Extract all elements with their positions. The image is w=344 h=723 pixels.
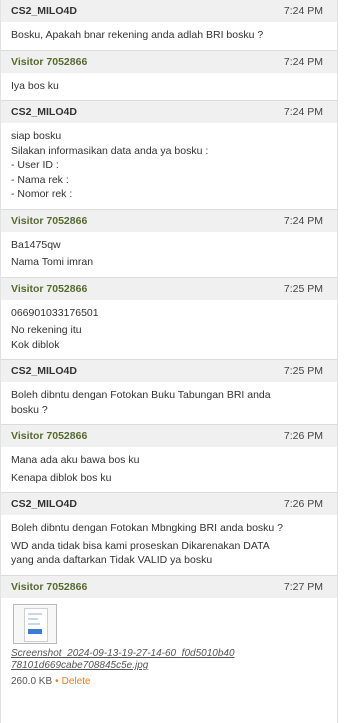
thumbnail-line xyxy=(28,617,38,620)
message-body: Boleh dibntu dengan Fotokan Mbngking BRI… xyxy=(1,515,337,575)
message-body: Boleh dibntu dengan Fotokan Buku Tabunga… xyxy=(1,382,337,424)
message-body: Mana ada aku bawa bos ku Kenapa diblok bo… xyxy=(1,447,337,492)
message: CS2_MILO4D 7:25 PM Boleh dibntu dengan Fot… xyxy=(1,360,337,425)
message-list: CS2_MILO4D 7:24 PM Bosku, Apakah bnar reke… xyxy=(1,0,337,576)
sender-name: CS2_MILO4D xyxy=(11,5,77,17)
attachment-size: 260.0 KB xyxy=(11,675,53,687)
message-header: Visitor 7052866 7:25 PM xyxy=(1,277,337,300)
thumbnail-line xyxy=(28,622,40,625)
message-time: 7:24 PM xyxy=(283,214,323,227)
sender-name: Visitor 7052866 xyxy=(11,430,88,442)
message-text: No rekening itu xyxy=(11,324,82,336)
message-text: yang anda daftarkan Tidak VALID ya bosku xyxy=(11,554,213,566)
message-text: Mana ada aku bawa bos ku xyxy=(11,454,140,466)
message-text: Boleh dibntu dengan Fotokan Mbngking BRI… xyxy=(11,522,284,534)
sender-name: Visitor 7052866 xyxy=(11,55,88,68)
message-text: Nama Tomi imran xyxy=(11,256,94,268)
message-text: Kok diblok xyxy=(11,338,60,351)
message-header: Visitor 7052866 7:24 PM xyxy=(1,50,337,73)
sender-name: Visitor 7052866 xyxy=(11,214,88,227)
message-attachment: Visitor 7052866 7:27 PM Screenshot_2024-… xyxy=(1,575,337,691)
message: Visitor 7052866 7:25 PM 066901033176501 No … xyxy=(1,277,337,360)
delete-link[interactable]: Delete xyxy=(62,676,91,687)
message-time: 7:26 PM xyxy=(283,498,323,510)
message-header: Visitor 7052866 7:27 PM xyxy=(1,575,337,598)
message: CS2_MILO4D 7:24 PM Bosku, Apakah bnar reke… xyxy=(1,0,337,51)
message-paragraph: Mana ada aku bawa bos ku xyxy=(11,453,327,468)
message-body: 066901033176501 No rekening itu Kok diblok xyxy=(1,300,337,360)
image-thumbnail-icon[interactable] xyxy=(13,603,57,644)
message-paragraph: Boleh dibntu dengan Fotokan Mbngking BRI… xyxy=(11,521,327,536)
message-time: 7:24 PM xyxy=(283,5,323,17)
message: CS2_MILO4D 7:24 PM siap bosku Silakan infor… xyxy=(1,101,337,210)
message: Visitor 7052866 7:26 PM Mana ada aku bawa … xyxy=(1,425,337,493)
message-header: CS2_MILO4D 7:24 PM xyxy=(1,0,337,22)
message-body: Ba1475qw Nama Tomi imran xyxy=(1,232,337,277)
message-paragraph: Ba1475qw xyxy=(11,238,327,253)
message-paragraph: No rekening itu Kok diblok xyxy=(11,323,327,352)
message-text: Ba1475qw xyxy=(11,238,61,251)
message-header: Visitor 7052866 7:26 PM xyxy=(1,425,337,447)
message-paragraph: Iya bos ku xyxy=(11,79,327,94)
thumbnail-preview xyxy=(24,607,48,642)
message-paragraph: Kenapa diblok bos ku xyxy=(11,471,327,486)
sender-name: CS2_MILO4D xyxy=(11,365,77,377)
message-time: 7:24 PM xyxy=(283,55,323,68)
message: Visitor 7052866 7:24 PM Ba1475qw Nama Tomi … xyxy=(1,209,337,278)
attachment-filename-link[interactable]: Screenshot_2024-09-13-19-27-14-60_f0d501… xyxy=(11,648,236,673)
message-text: siap bosku xyxy=(11,130,62,142)
attachment-meta: 260.0 KB • Delete xyxy=(11,676,327,687)
message-body: Bosku, Apakah bnar rekening anda adlah B… xyxy=(1,22,337,50)
message-header: CS2_MILO4D 7:26 PM xyxy=(1,493,337,515)
message-text: 066901033176501 xyxy=(11,306,99,319)
message-paragraph: Nama Tomi imran xyxy=(11,255,327,270)
message-text: Bosku, Apakah bnar rekening anda adlah B… xyxy=(11,29,264,41)
message-text: - Nomor rek : xyxy=(11,188,73,200)
sender-name: CS2_MILO4D xyxy=(11,106,77,118)
separator-dot: • xyxy=(55,675,59,687)
message-header: Visitor 7052866 7:24 PM xyxy=(1,209,337,232)
message-text: Boleh dibntu dengan Fotokan Buku Tabunga… xyxy=(11,389,271,401)
message-text: WD anda tidak bisa kami proseskan Dikare… xyxy=(11,539,270,552)
message: CS2_MILO4D 7:26 PM Boleh dibntu dengan Fot… xyxy=(1,493,337,576)
thumbnail-line xyxy=(28,612,42,615)
sender-name: Visitor 7052866 xyxy=(11,580,88,593)
message-text: bosku ? xyxy=(11,403,48,416)
message-text: - Nama rek : xyxy=(11,173,69,186)
message-text: Kenapa diblok bos ku xyxy=(11,471,112,484)
sender-name: CS2_MILO4D xyxy=(11,498,77,510)
message-paragraph: Bosku, Apakah bnar rekening anda adlah B… xyxy=(11,28,327,43)
sender-name: Visitor 7052866 xyxy=(11,282,88,295)
message-header: CS2_MILO4D 7:25 PM xyxy=(1,360,337,382)
message-paragraph: siap bosku Silakan informasikan data anda… xyxy=(11,129,327,202)
message-time: 7:25 PM xyxy=(283,365,323,377)
thumbnail-button xyxy=(28,628,42,634)
message-header: CS2_MILO4D 7:24 PM xyxy=(1,101,337,123)
message-time: 7:24 PM xyxy=(283,106,323,118)
message-text: - User ID : xyxy=(11,159,59,171)
message-time: 7:26 PM xyxy=(283,430,323,442)
message-text: Silakan informasikan data anda ya bosku … xyxy=(11,144,209,157)
attachment: Screenshot_2024-09-13-19-27-14-60_f0d501… xyxy=(1,598,337,691)
message-paragraph: 066901033176501 xyxy=(11,306,327,321)
message-paragraph: Boleh dibntu dengan Fotokan Buku Tabunga… xyxy=(11,388,327,417)
message-time: 7:25 PM xyxy=(283,282,323,295)
message: Visitor 7052866 7:24 PM Iya bos ku xyxy=(1,50,337,101)
message-paragraph: WD anda tidak bisa kami proseskan Dikare… xyxy=(11,539,327,568)
chat-transcript: CS2_MILO4D 7:24 PM Bosku, Apakah bnar reke… xyxy=(0,0,338,723)
message-body: Iya bos ku xyxy=(1,73,337,101)
message-text: Iya bos ku xyxy=(11,79,59,92)
message-time: 7:27 PM xyxy=(283,580,323,593)
message-body: siap bosku Silakan informasikan data anda… xyxy=(1,123,337,209)
